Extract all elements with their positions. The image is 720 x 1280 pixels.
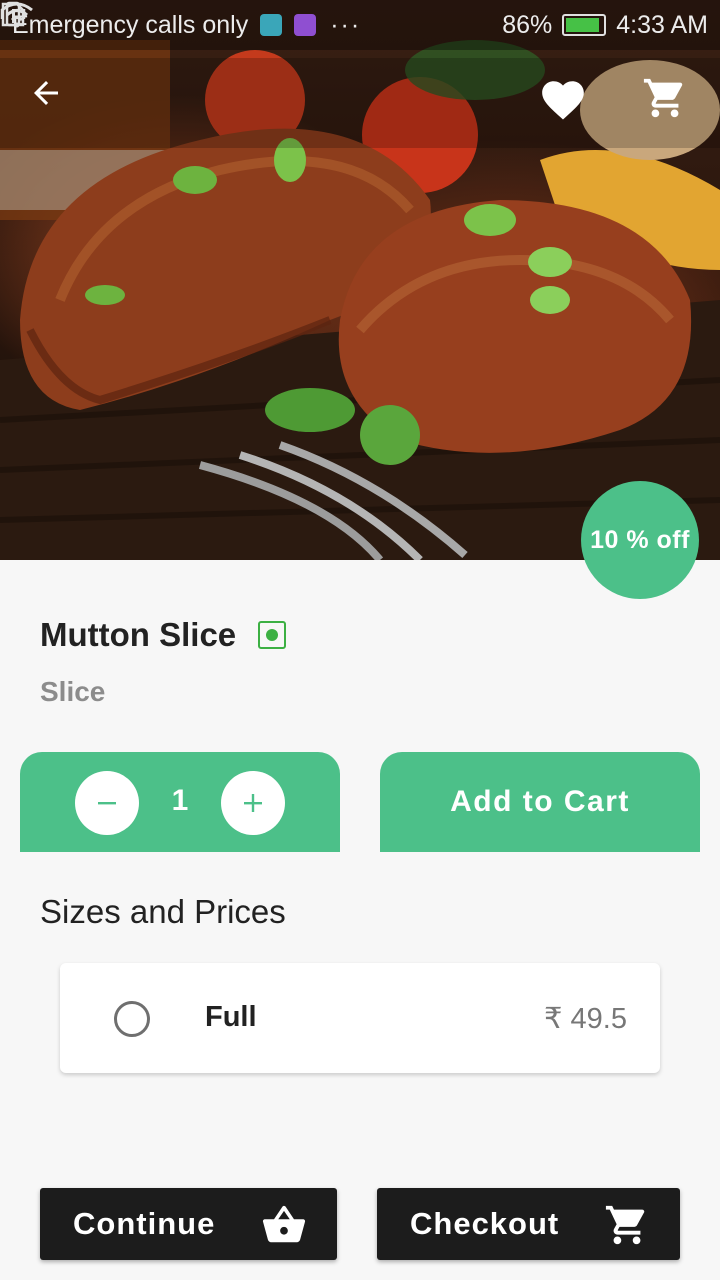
continue-label: Continue — [73, 1206, 216, 1241]
plus-icon — [244, 794, 262, 812]
checkout-cart-icon — [604, 1202, 650, 1248]
favorite-button[interactable] — [538, 75, 594, 131]
size-option-card[interactable]: Full ₹ 49.5 — [60, 963, 660, 1073]
quantity-stepper: 1 — [20, 752, 340, 852]
basket-icon — [261, 1202, 307, 1248]
arrow-back-icon — [34, 81, 58, 105]
product-hero-image: Emergency calls only ··· 86% 4:33 AM — [0, 0, 720, 560]
checkout-button[interactable]: Checkout — [377, 1188, 680, 1260]
top-action-bar — [0, 58, 720, 148]
sizes-section-title: Sizes and Prices — [40, 893, 286, 930]
back-button[interactable] — [28, 75, 84, 131]
more-notifications-icon: ··· — [330, 10, 362, 39]
discount-badge: 10 % off — [581, 481, 699, 599]
status-bar: Emergency calls only ··· 86% 4:33 AM — [0, 0, 720, 50]
shopping-cart-icon — [643, 78, 683, 118]
size-price: ₹ 49.5 — [544, 1003, 627, 1035]
sim-alert-icon — [1, 2, 25, 27]
cart-button[interactable] — [642, 75, 698, 131]
carrier-text: Emergency calls only — [12, 10, 249, 39]
quantity-value: 1 — [171, 784, 189, 817]
checkout-label: Checkout — [410, 1206, 560, 1241]
battery-percent: 86% — [502, 10, 553, 39]
android-notification-icon — [260, 14, 283, 36]
product-name: Mutton Slice — [40, 616, 237, 653]
gallery-notification-icon — [294, 14, 317, 36]
clock-time: 4:33 AM — [616, 10, 708, 39]
size-name: Full — [205, 1001, 257, 1033]
decrease-quantity-button[interactable] — [75, 771, 139, 835]
product-category: Slice — [40, 676, 106, 707]
increase-quantity-button[interactable] — [221, 771, 285, 835]
heart-icon — [542, 81, 584, 120]
battery-icon — [562, 14, 607, 36]
product-title-row: Mutton Slice — [40, 616, 287, 654]
size-radio-button[interactable] — [114, 1001, 150, 1037]
veg-indicator-icon — [258, 621, 287, 649]
minus-icon — [98, 802, 116, 805]
continue-button[interactable]: Continue — [40, 1188, 337, 1260]
add-to-cart-button[interactable]: Add to Cart — [380, 752, 700, 852]
